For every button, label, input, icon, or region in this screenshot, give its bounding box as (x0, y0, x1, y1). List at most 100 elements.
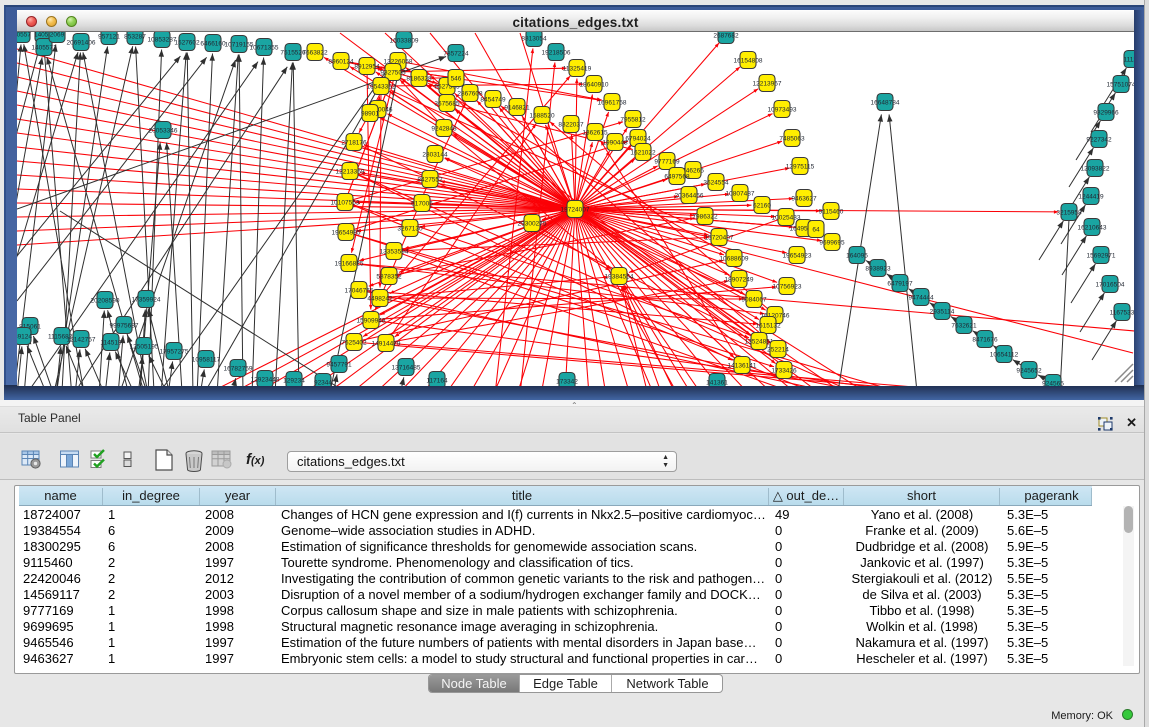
svg-text:92344: 92344 (314, 379, 332, 386)
svg-text:1588520: 1588520 (529, 112, 555, 119)
svg-text:2867608: 2867608 (457, 90, 483, 97)
svg-text:11124: 11124 (1123, 56, 1134, 63)
svg-text:62160: 62160 (753, 202, 771, 209)
svg-text:9327505: 9327505 (380, 69, 406, 76)
svg-text:19384554: 19384554 (605, 273, 634, 280)
svg-text:173342: 173342 (556, 378, 578, 385)
svg-text:252214: 252214 (767, 346, 789, 353)
svg-text:3215958: 3215958 (1056, 209, 1082, 216)
svg-text:6497568: 6497568 (664, 173, 690, 180)
svg-text:9463627: 9463627 (791, 195, 817, 202)
svg-text:9146821: 9146821 (504, 104, 530, 111)
svg-text:10107553: 10107553 (331, 199, 360, 206)
svg-text:9084067: 9084067 (741, 296, 767, 303)
svg-text:10958117: 10958117 (192, 356, 221, 363)
svg-text:9242848: 9242848 (431, 125, 457, 132)
svg-text:2069: 2069 (50, 32, 65, 38)
svg-text:3675685: 3675685 (434, 100, 460, 107)
svg-text:12975115: 12975115 (786, 163, 815, 170)
svg-text:12093822: 12093822 (1081, 165, 1110, 172)
svg-text:17016504: 17016504 (1096, 281, 1125, 288)
svg-text:11325419: 11325419 (563, 65, 592, 72)
svg-text:12505195: 12505195 (130, 343, 159, 350)
svg-text:20691406: 20691406 (67, 39, 96, 46)
svg-text:1527602: 1527602 (174, 39, 200, 46)
svg-text:853287: 853287 (124, 33, 146, 40)
svg-text:6479197: 6479197 (887, 280, 913, 287)
svg-text:164095: 164095 (846, 252, 868, 259)
svg-text:2935114: 2935114 (930, 308, 955, 315)
svg-text:957121: 957121 (98, 33, 120, 40)
svg-text:16543362: 16543362 (367, 83, 396, 90)
svg-text:14914479: 14914479 (372, 340, 401, 347)
svg-text:10807487: 10807487 (726, 190, 755, 197)
svg-text:6466160: 6466160 (200, 40, 226, 47)
svg-text:13524851: 13524851 (745, 338, 774, 345)
svg-text:18640910: 18640910 (580, 81, 609, 88)
svg-text:39124: 39124 (17, 333, 32, 340)
svg-text:8960124: 8960124 (328, 58, 354, 65)
svg-text:99975687: 99975687 (110, 322, 139, 329)
svg-text:17957275: 17957275 (160, 348, 189, 355)
svg-text:16961758: 16961758 (598, 99, 627, 106)
svg-text:18724007: 18724007 (561, 206, 590, 213)
svg-text:9245652: 9245652 (1016, 367, 1042, 374)
svg-text:7625402: 7625402 (341, 339, 367, 346)
svg-text:80557: 80557 (17, 32, 31, 38)
svg-text:16782759: 16782759 (224, 365, 253, 372)
svg-text:2803144: 2803144 (422, 151, 448, 158)
svg-text:18907249: 18907249 (725, 276, 754, 283)
svg-text:129234: 129234 (283, 377, 305, 384)
svg-text:8938923: 8938923 (865, 265, 891, 272)
svg-text:6794024: 6794024 (625, 135, 651, 142)
svg-text:10671355: 10671355 (250, 44, 279, 51)
svg-text:16210643: 16210643 (1078, 224, 1107, 231)
svg-text:617006: 617006 (411, 200, 433, 207)
svg-text:98901: 98901 (361, 110, 379, 117)
svg-text:12923448: 12923448 (251, 376, 280, 383)
svg-text:1405571: 1405571 (31, 44, 57, 51)
svg-text:12142757: 12142757 (67, 336, 96, 343)
svg-text:7663822: 7663822 (302, 49, 328, 56)
svg-text:1733426: 1733426 (771, 367, 797, 374)
svg-text:7955812: 7955812 (620, 116, 646, 123)
svg-text:1167533: 1167533 (1110, 309, 1134, 316)
svg-text:1615132: 1615132 (755, 322, 781, 329)
svg-text:141361: 141361 (706, 379, 728, 386)
svg-text:10688609: 10688609 (720, 255, 749, 262)
svg-text:19654985: 19654985 (332, 229, 361, 236)
svg-text:9777169: 9777169 (654, 158, 680, 165)
svg-text:2718176: 2718176 (341, 139, 367, 146)
svg-text:2687682: 2687682 (713, 32, 739, 39)
svg-text:10654112: 10654112 (990, 351, 1019, 358)
svg-text:17046765: 17046765 (345, 287, 374, 294)
svg-text:1990448: 1990448 (602, 139, 628, 146)
svg-text:20364456: 20364456 (675, 192, 704, 199)
svg-text:29300275: 29300275 (518, 220, 547, 227)
svg-text:15909948: 15909948 (357, 317, 386, 324)
svg-text:7632621: 7632621 (951, 322, 977, 329)
svg-text:7986322: 7986322 (692, 213, 718, 220)
svg-text:9329966: 9329966 (1093, 109, 1119, 116)
svg-text:114519: 114519 (100, 339, 122, 346)
svg-text:7857224: 7857224 (443, 50, 469, 57)
svg-text:3624554: 3624554 (703, 179, 729, 186)
svg-text:12213369: 12213369 (336, 168, 365, 175)
svg-text:13353594: 13353594 (380, 248, 409, 255)
svg-text:8427552: 8427552 (417, 176, 443, 183)
svg-text:5878352: 5878352 (376, 273, 402, 280)
svg-text:1621022: 1621022 (630, 149, 656, 156)
svg-text:15751074: 15751074 (1107, 81, 1134, 88)
svg-text:16648784: 16648784 (871, 99, 900, 106)
svg-text:10025433: 10025433 (772, 214, 801, 221)
svg-text:20208590: 20208590 (91, 297, 120, 304)
svg-text:16033809: 16033809 (390, 37, 419, 44)
svg-text:9474444: 9474444 (908, 294, 934, 301)
svg-text:15692971: 15692971 (1087, 252, 1116, 259)
svg-text:1362615: 1362615 (582, 129, 608, 136)
svg-text:8912954: 8912954 (354, 63, 380, 70)
svg-text:3267130: 3267130 (397, 225, 423, 232)
svg-text:4498242: 4498242 (367, 295, 393, 302)
svg-text:19218506: 19218506 (542, 49, 571, 56)
svg-text:13716485: 13716485 (392, 364, 421, 371)
